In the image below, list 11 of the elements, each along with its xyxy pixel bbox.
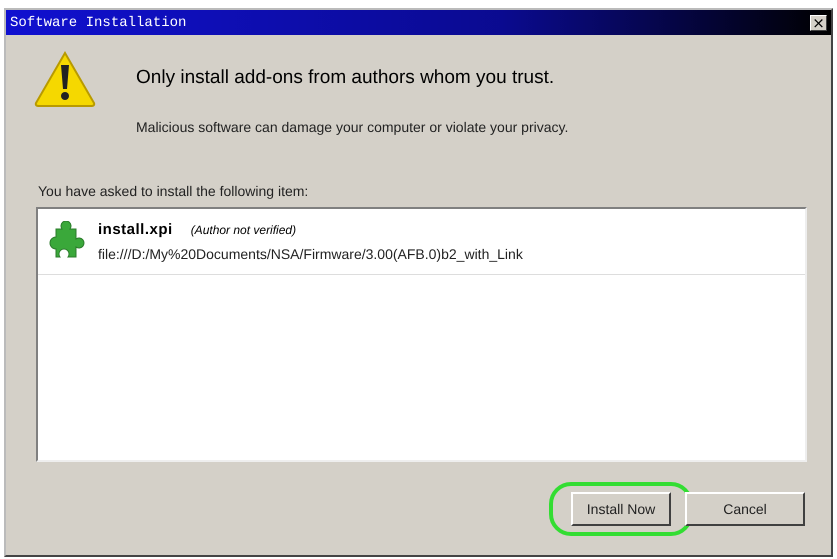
- cancel-button[interactable]: Cancel: [685, 492, 805, 526]
- warning-icon: [34, 51, 96, 107]
- author-note: (Author not verified): [190, 223, 296, 237]
- window-title: Software Installation: [10, 14, 186, 30]
- item-url: file:///D:/My%20Documents/NSA/Firmware/3.00(AFB.0)b2_with_Link: [98, 246, 523, 262]
- close-button[interactable]: ×: [810, 14, 827, 30]
- warning-heading: Only install add-ons from authors whom you trust.: [136, 67, 556, 89]
- list-caption: You have asked to install the following item:: [38, 183, 310, 199]
- item-name: install.xpi: [98, 221, 173, 238]
- install-button[interactable]: Install Now: [571, 492, 671, 526]
- warning-message: Malicious software can damage your computer or violate your privacy.: [136, 119, 568, 135]
